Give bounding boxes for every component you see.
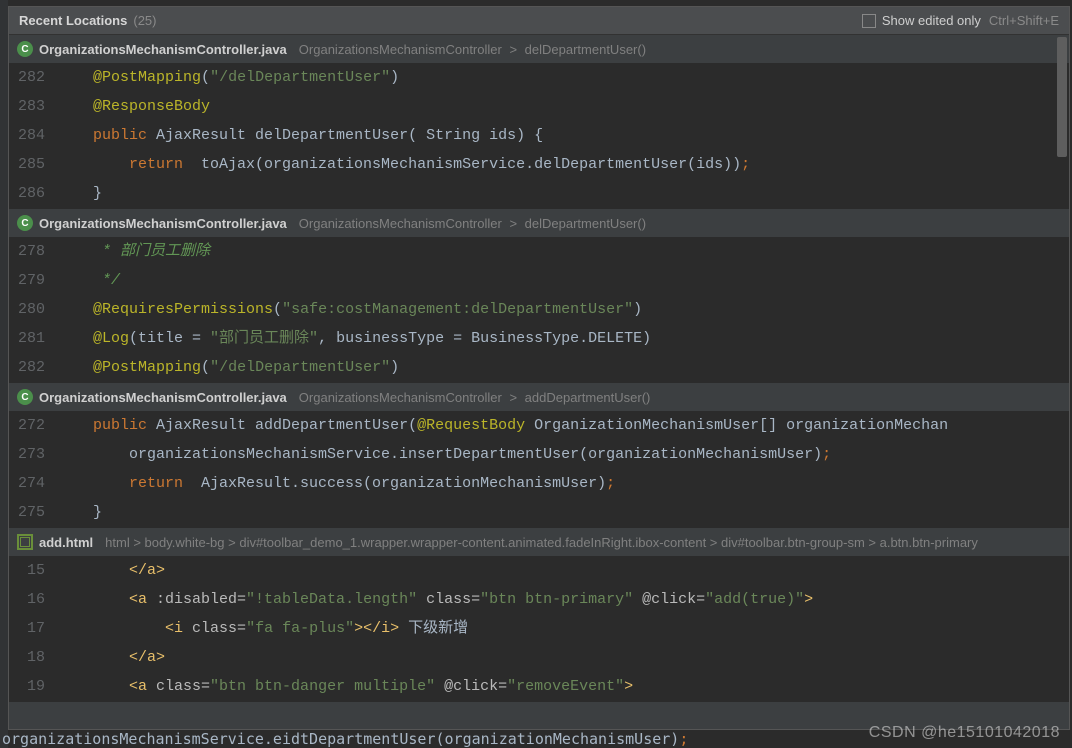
code-text: return AjaxResult.success(organizationMe… xyxy=(57,469,1069,498)
code-line[interactable]: 283 @ResponseBody xyxy=(9,92,1069,121)
popup-content: C OrganizationsMechanismController.java Or… xyxy=(9,35,1069,729)
entry-header[interactable]: C OrganizationsMechanismController.java Or… xyxy=(9,383,1069,411)
code-line[interactable]: 275 } xyxy=(9,498,1069,527)
java-class-icon: C xyxy=(17,215,33,231)
popup-title: Recent Locations xyxy=(19,13,127,28)
code-line[interactable]: 286 } xyxy=(9,179,1069,208)
line-number: 282 xyxy=(9,63,57,92)
code-line[interactable]: 18 </a> xyxy=(9,643,1069,672)
code-line[interactable]: 284 public AjaxResult delDepartmentUser(… xyxy=(9,121,1069,150)
vertical-scrollbar-thumb[interactable] xyxy=(1057,37,1067,157)
code-line[interactable]: 280 @RequiresPermissions("safe:costManag… xyxy=(9,295,1069,324)
code-preview[interactable]: 282 @PostMapping("/delDepartmentUser")28… xyxy=(9,63,1069,208)
code-line[interactable]: 278 * 部门员工删除 xyxy=(9,237,1069,266)
popup-header: Recent Locations (25) Show edited only C… xyxy=(9,7,1069,35)
location-entry[interactable]: C OrganizationsMechanismController.java Or… xyxy=(9,35,1069,209)
code-line[interactable]: 279 */ xyxy=(9,266,1069,295)
code-preview[interactable]: 272 public AjaxResult addDepartmentUser(… xyxy=(9,411,1069,527)
entry-file-name: OrganizationsMechanismController.java xyxy=(39,390,287,405)
code-text: public AjaxResult addDepartmentUser(@Req… xyxy=(57,411,1069,440)
line-number: 15 xyxy=(9,556,57,585)
code-line[interactable]: 19 <a class="btn btn-danger multiple" @c… xyxy=(9,672,1069,701)
line-number: 272 xyxy=(9,411,57,440)
code-preview[interactable]: 278 * 部门员工删除279 */280 @RequiresPermissio… xyxy=(9,237,1069,382)
html-file-icon xyxy=(17,534,33,550)
popup-count: (25) xyxy=(133,13,156,28)
code-line[interactable]: 17 <i class="fa fa-plus"></i> 下级新增 xyxy=(9,614,1069,643)
entry-breadcrumb: html > body.white-bg > div#toolbar_demo_… xyxy=(105,535,978,550)
entry-breadcrumb: OrganizationsMechanismController > addDe… xyxy=(299,390,651,405)
line-number: 278 xyxy=(9,237,57,266)
code-text: } xyxy=(57,498,1069,527)
code-text: @PostMapping("/delDepartmentUser") xyxy=(57,353,1069,382)
code-line[interactable]: 281 @Log(title = "部门员工删除", businessType … xyxy=(9,324,1069,353)
editor-partial-line: organizationsMechanismService.eidtDepart… xyxy=(0,730,1072,748)
code-text: @Log(title = "部门员工删除", businessType = Bu… xyxy=(57,324,1069,353)
editor-gutter-behind xyxy=(0,0,8,748)
line-number: 274 xyxy=(9,469,57,498)
entry-header[interactable]: C OrganizationsMechanismController.java Or… xyxy=(9,209,1069,237)
line-number: 284 xyxy=(9,121,57,150)
line-number: 283 xyxy=(9,92,57,121)
line-number: 285 xyxy=(9,150,57,179)
line-number: 282 xyxy=(9,353,57,382)
code-text: @PostMapping("/delDepartmentUser") xyxy=(57,63,1069,92)
entry-breadcrumb: OrganizationsMechanismController > delDe… xyxy=(299,42,646,57)
entry-file-name: add.html xyxy=(39,535,93,550)
code-line[interactable]: 274 return AjaxResult.success(organizati… xyxy=(9,469,1069,498)
code-text: <a :disabled="!tableData.length" class="… xyxy=(57,585,1069,614)
code-text: <a class="btn btn-danger multiple" @clic… xyxy=(57,672,1069,701)
line-number: 17 xyxy=(9,614,57,643)
java-class-icon: C xyxy=(17,41,33,57)
show-edited-only-checkbox[interactable] xyxy=(862,14,876,28)
code-line[interactable]: 282 @PostMapping("/delDepartmentUser") xyxy=(9,63,1069,92)
java-class-icon: C xyxy=(17,389,33,405)
code-line[interactable]: 282 @PostMapping("/delDepartmentUser") xyxy=(9,353,1069,382)
code-text: @RequiresPermissions("safe:costManagemen… xyxy=(57,295,1069,324)
code-line[interactable]: 273 organizationsMechanismService.insert… xyxy=(9,440,1069,469)
location-entry[interactable]: add.html html > body.white-bg > div#toolb… xyxy=(9,528,1069,702)
shortcut-hint: Ctrl+Shift+E xyxy=(989,13,1059,28)
location-entry[interactable]: C OrganizationsMechanismController.java Or… xyxy=(9,383,1069,528)
code-line[interactable]: 15 </a> xyxy=(9,556,1069,585)
line-number: 273 xyxy=(9,440,57,469)
location-entry[interactable]: C OrganizationsMechanismController.java Or… xyxy=(9,209,1069,383)
code-text: } xyxy=(57,179,1069,208)
entry-file-name: OrganizationsMechanismController.java xyxy=(39,42,287,57)
show-edited-only-label: Show edited only xyxy=(882,13,981,28)
code-text: </a> xyxy=(57,643,1069,672)
line-number: 19 xyxy=(9,672,57,701)
entry-breadcrumb: OrganizationsMechanismController > delDe… xyxy=(299,216,646,231)
code-line[interactable]: 285 return toAjax(organizationsMechanism… xyxy=(9,150,1069,179)
code-text: */ xyxy=(57,266,1069,295)
entry-header[interactable]: add.html html > body.white-bg > div#toolb… xyxy=(9,528,1069,556)
code-text: * 部门员工删除 xyxy=(57,237,1069,266)
code-preview[interactable]: 15 </a>16 <a :disabled="!tableData.lengt… xyxy=(9,556,1069,701)
code-text: public AjaxResult delDepartmentUser( Str… xyxy=(57,121,1069,150)
line-number: 286 xyxy=(9,179,57,208)
code-text: @ResponseBody xyxy=(57,92,1069,121)
entry-header[interactable]: C OrganizationsMechanismController.java Or… xyxy=(9,35,1069,63)
recent-locations-popup: Recent Locations (25) Show edited only C… xyxy=(8,6,1070,730)
code-text: organizationsMechanismService.insertDepa… xyxy=(57,440,1069,469)
line-number: 281 xyxy=(9,324,57,353)
code-text: return toAjax(organizationsMechanismServ… xyxy=(57,150,1069,179)
line-number: 280 xyxy=(9,295,57,324)
line-number: 275 xyxy=(9,498,57,527)
code-text: <i class="fa fa-plus"></i> 下级新增 xyxy=(57,614,1069,643)
line-number: 18 xyxy=(9,643,57,672)
code-line[interactable]: 272 public AjaxResult addDepartmentUser(… xyxy=(9,411,1069,440)
line-number: 279 xyxy=(9,266,57,295)
line-number: 16 xyxy=(9,585,57,614)
entry-file-name: OrganizationsMechanismController.java xyxy=(39,216,287,231)
code-text: </a> xyxy=(57,556,1069,585)
code-line[interactable]: 16 <a :disabled="!tableData.length" clas… xyxy=(9,585,1069,614)
